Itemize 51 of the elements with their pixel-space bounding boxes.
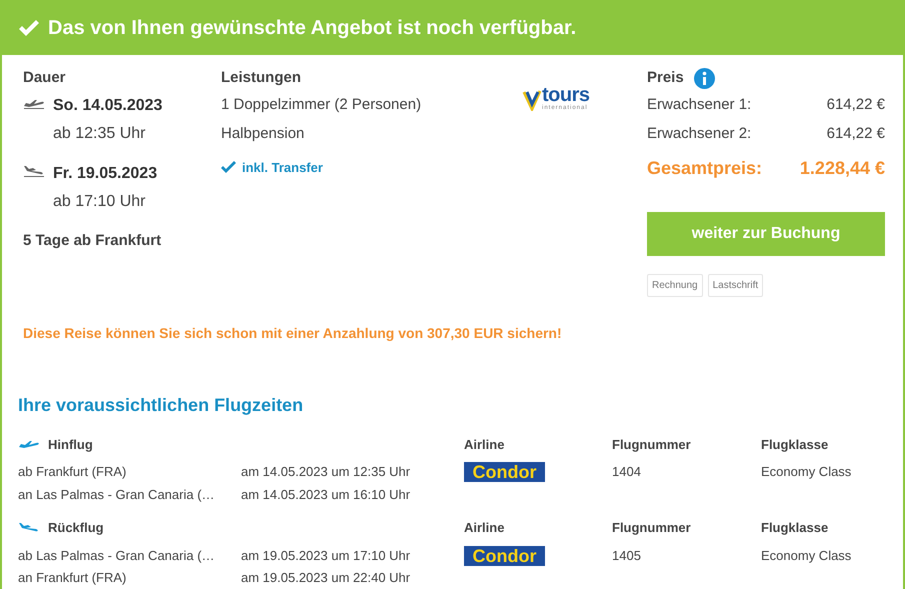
travel-date: Fr. 19.05.2023	[53, 164, 158, 184]
landing-plane-icon	[18, 522, 40, 534]
section-heading: Dauer	[23, 68, 67, 88]
total-label: Gesamtpreis:	[647, 156, 762, 180]
service-item: 1 Doppelzimmer (2 Personen)	[221, 94, 422, 114]
deposit-note: Diese Reise können Sie sich schon mit einer Anzahlung von 307,30 EUR sichern!	[22, 324, 563, 343]
column-heading: Airline	[464, 436, 506, 454]
landing-plane-icon	[23, 164, 45, 176]
airport: ab Frankfurt (FRA)	[18, 463, 128, 481]
column-heading: Flugklasse	[761, 436, 830, 454]
section-heading: Preis	[647, 68, 684, 88]
price-label: Erwachsener 1:	[647, 94, 752, 114]
takeoff-plane-icon	[18, 438, 40, 450]
price-amount: 614,22 €	[826, 94, 885, 114]
banner-text: Das von Ihnen gewünschte Angebot ist noch verfügbar.	[48, 16, 576, 40]
flight-time: am 14.05.2023 um 12:35 Uhr	[241, 463, 412, 481]
flight-number: 1405	[612, 546, 642, 564]
flight-class: Economy Class	[761, 463, 852, 481]
flight-time: am 19.05.2023 um 22:40 Uhr	[241, 569, 412, 587]
payment-method-tag: Lastschrift	[708, 274, 764, 296]
travel-date: So. 14.05.2023	[53, 96, 162, 116]
info-icon[interactable]	[694, 68, 715, 89]
transfer-label: inkl. Transfer	[242, 158, 323, 176]
travel-time: ab 17:10 Uhr	[53, 192, 147, 212]
airport: ab Las Palmas - Gran Canaria (…	[18, 546, 216, 565]
checkmark-icon	[18, 18, 40, 36]
airline-logo: Condor	[464, 546, 545, 566]
booking-button[interactable]: weiter zur Buchung	[647, 212, 885, 256]
airport: an Frankfurt (FRA)	[18, 569, 128, 587]
payment-method-tag: Rechnung	[647, 274, 703, 296]
airline-logo: Condor	[464, 462, 545, 482]
airport: an Las Palmas - Gran Canaria (…	[18, 486, 216, 504]
column-heading: Flugnummer	[612, 436, 692, 454]
flight-time: am 19.05.2023 um 17:10 Uhr	[241, 546, 412, 564]
column-heading: Airline	[464, 519, 506, 537]
flight-time: am 14.05.2023 um 16:10 Uhr	[241, 486, 412, 504]
flight-number: 1404	[612, 463, 642, 481]
price-label: Erwachsener 2:	[647, 124, 752, 144]
total-amount: 1.228,44 €	[800, 156, 885, 180]
flight-leg-title: Rückflug	[48, 519, 104, 537]
price-amount: 614,22 €	[826, 124, 885, 144]
flights-heading: Ihre voraussichtlichen Flugzeiten	[17, 394, 304, 417]
travel-time: ab 12:35 Uhr	[53, 124, 147, 144]
column-heading: Flugklasse	[761, 519, 830, 537]
trip-summary: 5 Tage ab Frankfurt	[23, 230, 162, 250]
column-heading: Flugnummer	[612, 519, 692, 537]
section-heading: Leistungen	[221, 68, 302, 88]
service-item: Halbpension	[221, 124, 306, 144]
flight-leg-title: Hinflug	[48, 436, 93, 454]
checkmark-icon	[221, 161, 236, 174]
flight-class: Economy Class	[761, 546, 852, 565]
